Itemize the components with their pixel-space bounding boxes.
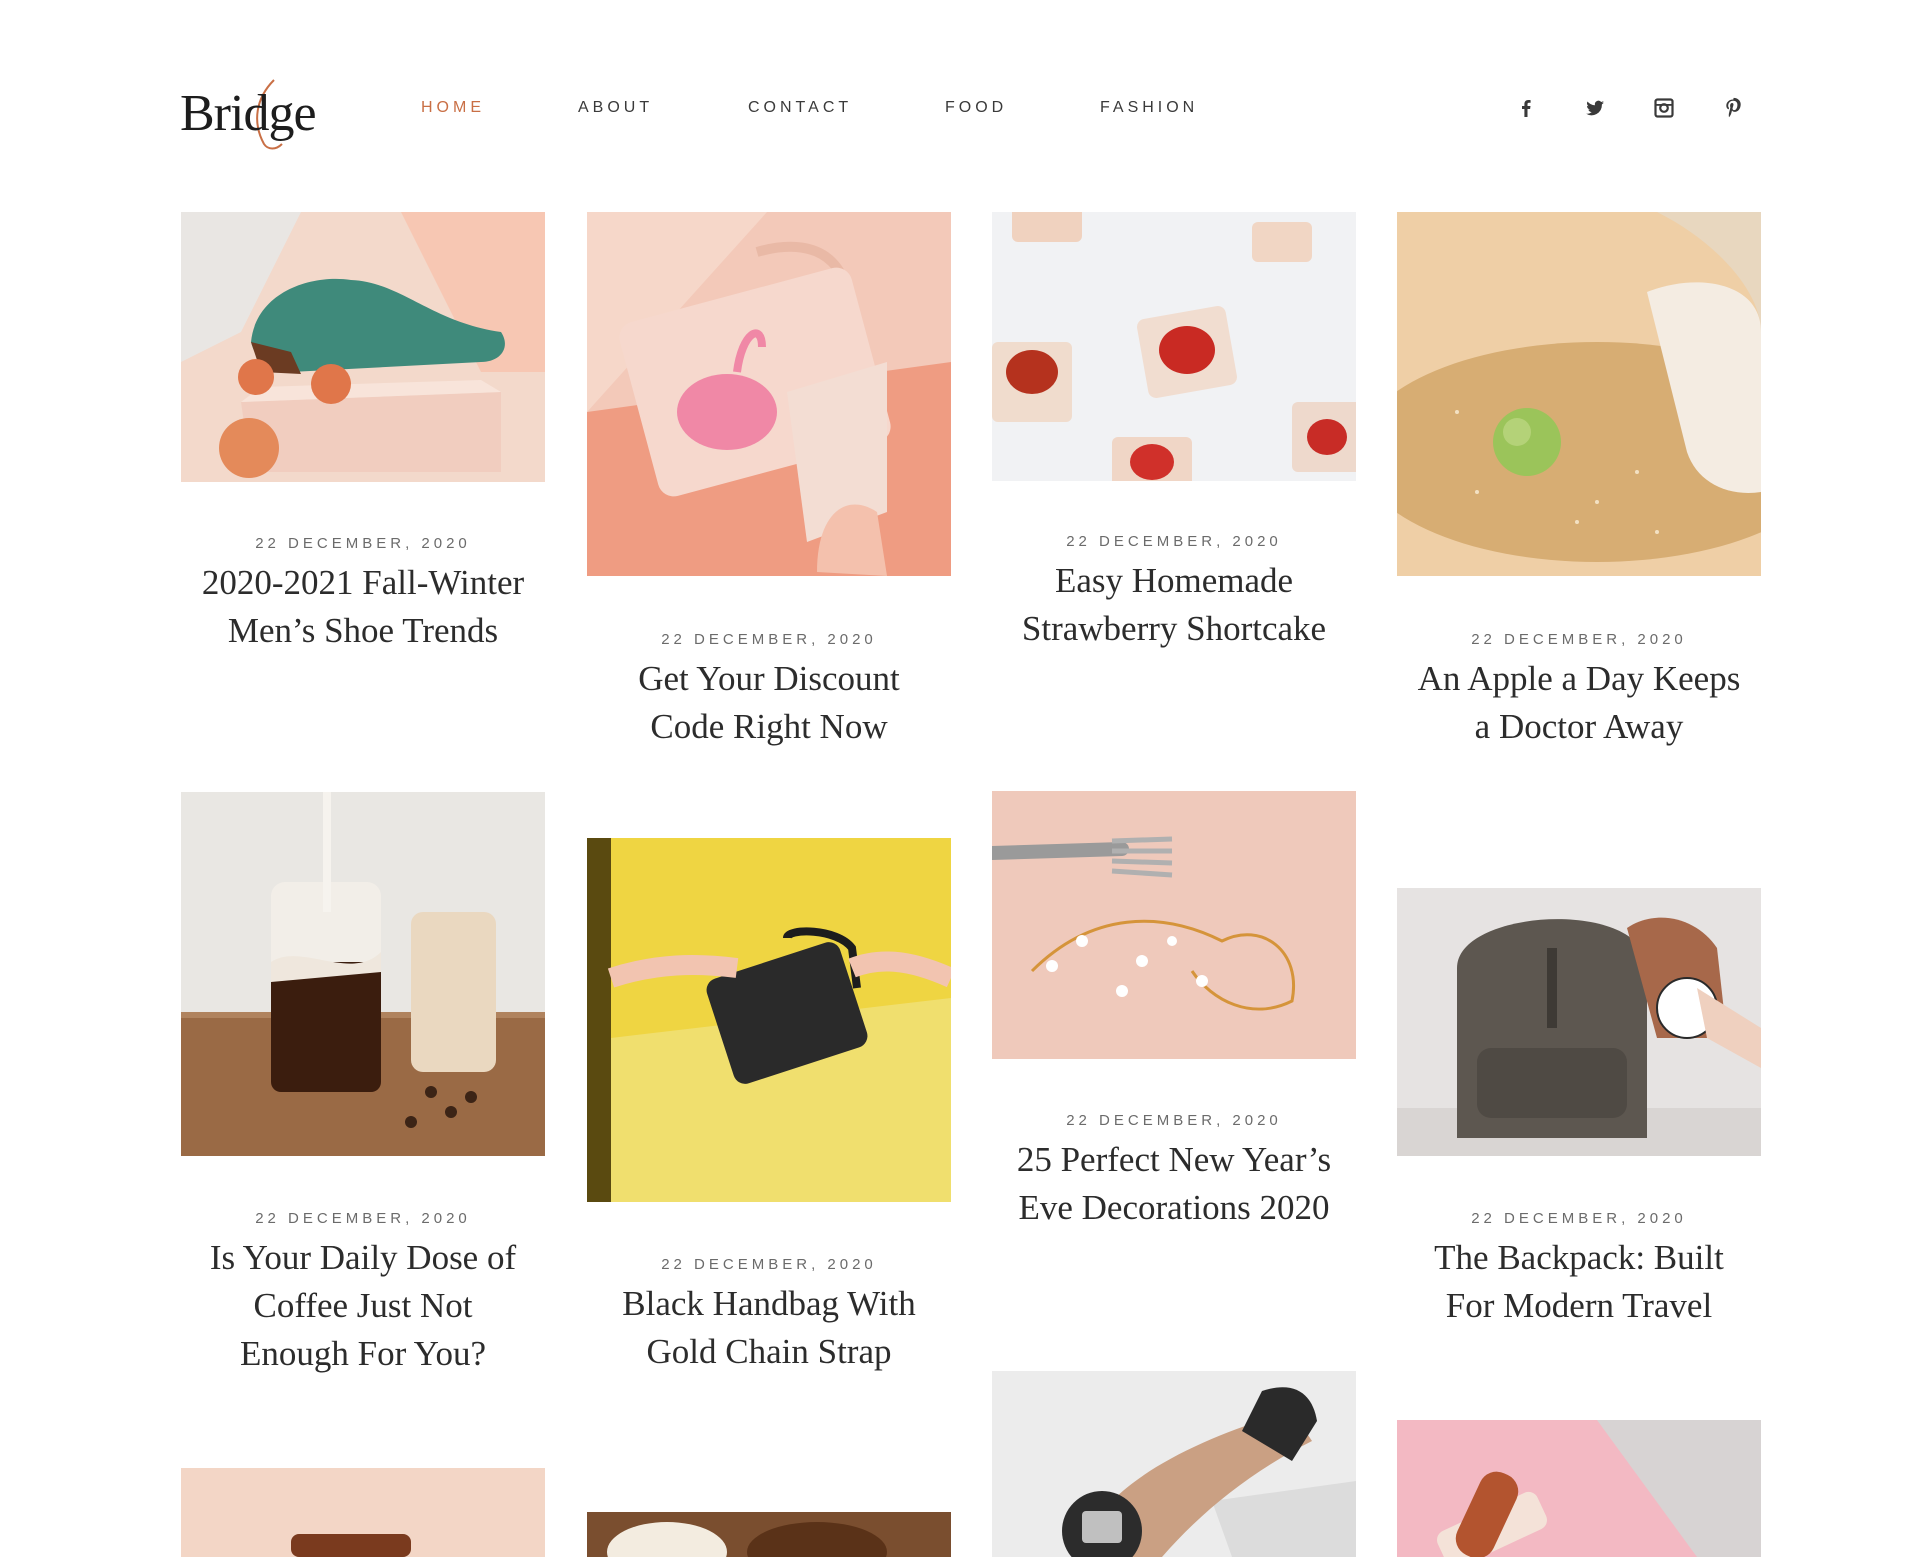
post-date: 22 DECEMBER, 2020 xyxy=(255,1210,471,1227)
post-title[interactable]: Easy Homemade Strawberry Shortcake xyxy=(1006,557,1342,653)
post-image-green-apple[interactable] xyxy=(1397,212,1761,576)
post-title[interactable]: Is Your Daily Dose of Coffee Just Not En… xyxy=(195,1234,531,1378)
post-image-heeled-mule[interactable] xyxy=(992,1371,1356,1557)
post-title[interactable]: An Apple a Day Keeps a Doctor Away xyxy=(1411,655,1747,751)
pink-shoe-photo xyxy=(1397,1420,1761,1557)
iced-coffee-photo xyxy=(181,792,545,1156)
black-handbag-photo xyxy=(587,838,951,1202)
post-title[interactable]: 2020-2021 Fall-Winter Men’s Shoe Trends xyxy=(195,559,531,655)
post-image-sandal[interactable] xyxy=(181,1468,545,1557)
post-date: 22 DECEMBER, 2020 xyxy=(255,535,471,552)
nav-home[interactable]: HOME xyxy=(421,99,485,117)
grey-backpack-photo xyxy=(1397,888,1761,1156)
post-image-coconut[interactable] xyxy=(587,1512,951,1557)
post-title[interactable]: Get Your Discount Code Right Now xyxy=(601,655,937,751)
post-date: 22 DECEMBER, 2020 xyxy=(1471,1210,1687,1227)
logo-text: Bridge xyxy=(180,85,317,142)
nav-food[interactable]: FOOD xyxy=(945,99,1007,117)
instagram-icon[interactable] xyxy=(1652,96,1676,120)
post-image-coffee[interactable] xyxy=(181,792,545,1156)
post-image-backpack[interactable] xyxy=(1397,888,1761,1156)
post-image-black-handbag[interactable] xyxy=(587,838,951,1202)
heeled-mule-photo xyxy=(992,1371,1356,1557)
sandal-photo xyxy=(181,1468,545,1557)
post-title[interactable]: The Backpack: Built For Modern Travel xyxy=(1411,1234,1747,1330)
post-image-shoe[interactable] xyxy=(181,212,545,482)
flamingo-bag-photo xyxy=(587,212,951,576)
post-image-flamingo-bag[interactable] xyxy=(587,212,951,576)
nav-fashion[interactable]: FASHION xyxy=(1100,99,1198,117)
post-date: 22 DECEMBER, 2020 xyxy=(661,1256,877,1273)
twitter-icon[interactable] xyxy=(1583,96,1607,120)
green-apple-photo xyxy=(1397,212,1761,576)
post-image-gold-hairpiece[interactable] xyxy=(992,791,1356,1059)
nav-about[interactable]: ABOUT xyxy=(578,99,653,117)
facebook-icon[interactable] xyxy=(1514,96,1538,120)
post-date: 22 DECEMBER, 2020 xyxy=(1066,1112,1282,1129)
post-date: 22 DECEMBER, 2020 xyxy=(661,631,877,648)
gold-hairpiece-photo xyxy=(992,791,1356,1059)
green-shoe-photo xyxy=(181,212,545,482)
post-image-pink-shoe[interactable] xyxy=(1397,1420,1761,1557)
pinterest-icon[interactable] xyxy=(1721,96,1745,120)
strawberry-dessert-photo xyxy=(992,212,1356,481)
coconut-photo xyxy=(587,1512,951,1557)
nav-contact[interactable]: CONTACT xyxy=(748,99,852,117)
post-date: 22 DECEMBER, 2020 xyxy=(1471,631,1687,648)
post-title[interactable]: Black Handbag With Gold Chain Strap xyxy=(601,1280,937,1376)
post-date: 22 DECEMBER, 2020 xyxy=(1066,533,1282,550)
post-title[interactable]: 25 Perfect New Year’s Eve Decorations 20… xyxy=(1006,1136,1342,1232)
post-image-strawberry[interactable] xyxy=(992,212,1356,481)
site-logo[interactable]: Bridge xyxy=(180,79,325,152)
